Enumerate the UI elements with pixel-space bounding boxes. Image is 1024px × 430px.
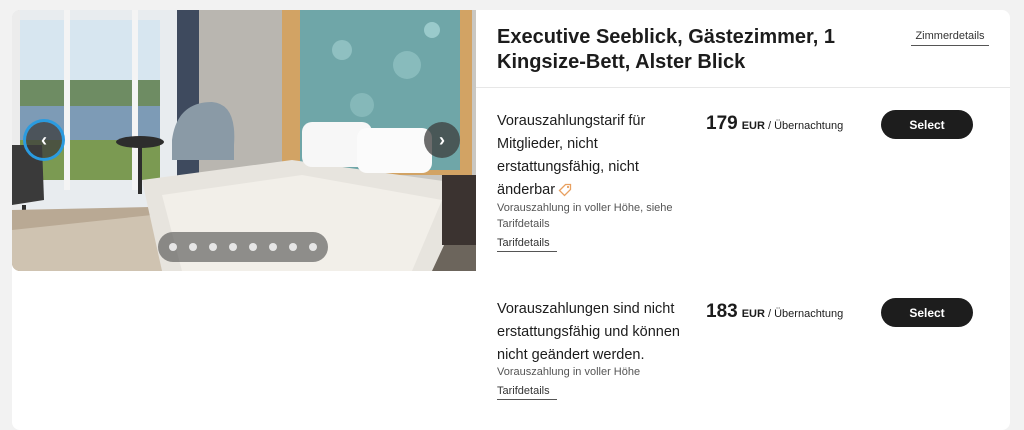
price-unit: EUR / Übernachtung bbox=[741, 308, 844, 320]
rate-price: 179 EUR / Übernachtung bbox=[706, 113, 843, 135]
gallery-dot[interactable] bbox=[229, 243, 237, 251]
price-amount: 179 bbox=[706, 113, 738, 134]
gallery-dot[interactable] bbox=[209, 243, 217, 251]
room-details-link[interactable]: Zimmerdetails bbox=[911, 30, 989, 46]
rate-note: Vorauszahlung in voller Höhe, siehe Tari… bbox=[497, 202, 673, 230]
select-button[interactable]: Select bbox=[881, 298, 973, 327]
price-unit: EUR / Übernachtung bbox=[741, 120, 844, 132]
gallery-dot[interactable] bbox=[269, 243, 277, 251]
room-header: Executive Seeblick, Gästezimmer, 1 Kings… bbox=[476, 10, 1010, 88]
gallery-prev-button[interactable]: ‹ bbox=[26, 122, 62, 158]
gallery-next-button[interactable]: › bbox=[424, 122, 460, 158]
rate-details-link[interactable]: Tarifdetails bbox=[497, 237, 557, 252]
room-card: ‹ › Executive Seeblick, Gästezimmer, 1 K… bbox=[12, 10, 1010, 430]
rate-note: Vorauszahlung in voller Höhe bbox=[497, 366, 641, 378]
gallery-dot[interactable] bbox=[169, 243, 177, 251]
gallery-dot[interactable] bbox=[309, 243, 317, 251]
room-title: Executive Seeblick, Gästezimmer, 1 Kings… bbox=[497, 26, 835, 73]
room-image-gallery[interactable]: ‹ › bbox=[12, 10, 476, 271]
chevron-left-icon: ‹ bbox=[41, 130, 47, 150]
tag-icon bbox=[558, 184, 572, 197]
gallery-dot[interactable] bbox=[289, 243, 297, 251]
rate-name: Vorauszahlungen sind nicht erstattungsfä… bbox=[497, 301, 680, 363]
gallery-dot[interactable] bbox=[189, 243, 197, 251]
gallery-dot[interactable] bbox=[249, 243, 257, 251]
select-button[interactable]: Select bbox=[881, 110, 973, 139]
rate-name: Vorauszahlungstarif für Mitglieder, nich… bbox=[497, 113, 646, 198]
gallery-pagination bbox=[158, 232, 328, 262]
chevron-right-icon: › bbox=[439, 130, 445, 150]
rate-details-link[interactable]: Tarifdetails bbox=[497, 385, 557, 400]
rate-price: 183 EUR / Übernachtung bbox=[706, 301, 843, 323]
price-amount: 183 bbox=[706, 301, 738, 322]
